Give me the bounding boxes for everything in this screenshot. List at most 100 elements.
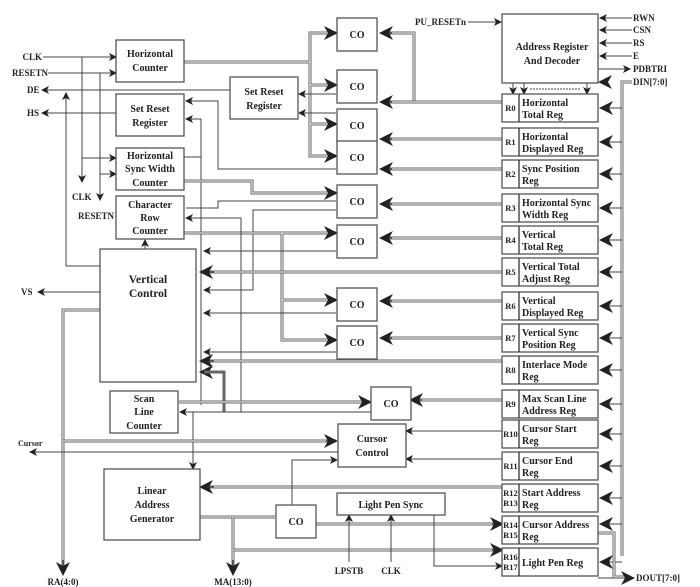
comparator-8: CO [336, 325, 378, 360]
set-reset-register-hs: Set Reset Register [115, 93, 185, 137]
light-pen-sync: Light Pen Sync [336, 492, 446, 516]
srr-hs-label-1: Set Reset [130, 104, 170, 115]
register-name: Vertical Sync [522, 328, 579, 339]
comparator-label: CO [350, 300, 365, 311]
comparator-label: CO [350, 82, 365, 93]
srr-de-label-1: Set Reset [244, 87, 284, 98]
register-r0: R0 HorizontalTotal Reg [501, 93, 599, 123]
signal-ra: RA(4:0) [48, 577, 79, 587]
diagram-canvas: Horizontal Counter Set Reset Register Se… [12, 13, 680, 587]
register-r7: R7 Vertical SyncPosition Reg [501, 323, 599, 353]
register-name: Vertical [522, 230, 556, 241]
register-name: Horizontal [522, 132, 568, 143]
register-name: Reg [522, 372, 539, 383]
lag-label-2: Address [135, 500, 170, 511]
srr-de-label-2: Register [246, 101, 282, 112]
comparator-label: CO [350, 237, 365, 248]
register-name: Total Reg [522, 242, 563, 253]
cursor-control: Cursor Control [337, 423, 407, 468]
register-name: Max Scan Line [522, 394, 587, 405]
cc-label-1: Cursor [357, 434, 388, 445]
crtc-block-diagram: Horizontal Counter Set Reset Register Se… [0, 0, 700, 587]
register-r3: R3 Horizontal SyncWidth Reg [501, 193, 599, 223]
register-r10: R10 Cursor StartReg [501, 419, 599, 449]
register-r1: R1 HorizontalDisplayed Reg [501, 127, 599, 157]
hswc-label-3: Counter [132, 178, 168, 189]
register-id: R8 [505, 365, 515, 375]
register-id: R13 [503, 498, 518, 508]
comparator-9: CO [370, 386, 412, 421]
bus-r0-co1 [383, 31, 502, 104]
comparator-4: CO [336, 140, 378, 175]
register-id: R10 [503, 429, 518, 439]
vertical-control: Vertical Control [99, 248, 197, 383]
vc-label-1: Vertical [129, 274, 168, 286]
lag-label-3: Generator [130, 514, 175, 525]
crc-label-1: Character [128, 200, 172, 211]
register-name: Reg [522, 436, 539, 447]
comparator-label: CO [350, 30, 365, 41]
register-id: R2 [505, 169, 515, 179]
register-name: Reg [522, 176, 539, 187]
register-name: Reg [522, 468, 539, 479]
register-name: Vertical [522, 296, 556, 307]
signal-cursor: Cursor [18, 439, 43, 448]
hswc-label-1: Horizontal [127, 151, 173, 162]
register-id: R0 [505, 103, 515, 113]
comparator-2: CO [336, 69, 378, 104]
comparator-6: CO [336, 224, 378, 259]
signal-resetn-2: RESETN [78, 211, 115, 221]
horizontal-counter-label-1: Horizontal [127, 49, 173, 60]
register-name: Cursor End [522, 456, 573, 467]
comparator-label: CO [384, 399, 399, 410]
slc-label-1: Scan [134, 394, 155, 405]
crc-label-3: Counter [132, 226, 168, 237]
register-name: Start Address [522, 488, 581, 499]
register-name: Horizontal Sync [522, 198, 592, 209]
register-r2: R2 Sync PositionReg [501, 159, 599, 189]
register-id: R12 [503, 488, 518, 498]
signal-lpstb: LPSTB [335, 566, 364, 576]
bus-din [620, 80, 632, 556]
set-reset-register-de: Set Reset Register [229, 76, 299, 120]
register-name: Light Pen Reg [522, 558, 583, 569]
register-r9: R9 Max Scan LineAddress Reg [501, 389, 599, 419]
register-id: R6 [505, 301, 515, 311]
signal-pdbtri: PDBTRI [633, 64, 668, 74]
wire-hsync-srr2 [184, 115, 202, 158]
comparator-7: CO [336, 287, 378, 322]
comparator-label: CO [289, 517, 304, 528]
signal-rs: RS [633, 38, 645, 48]
register-name: Address Reg [522, 406, 576, 417]
wire-lps-r16 [433, 513, 503, 570]
wire-co5-fb [186, 200, 336, 209]
register-name: Reg [522, 532, 539, 543]
register-id: R4 [505, 235, 516, 245]
slc-label-3: Counter [126, 421, 162, 432]
register-r8: R8 Interlace ModeReg [501, 355, 599, 385]
signal-resetn: RESETN [12, 68, 49, 78]
wire-co10-cc [291, 456, 338, 505]
comparator-3: CO [336, 108, 378, 143]
register-name: Width Reg [522, 210, 568, 221]
signal-ma: MA(13:0) [214, 577, 252, 587]
bus-hsync-co5 [184, 179, 336, 195]
lag-label-1: Linear [138, 486, 167, 497]
comparator-5: CO [336, 184, 378, 219]
horizontal-sync-width-counter: Horizontal Sync Width Counter [115, 147, 185, 191]
signal-e: E [633, 51, 639, 61]
comparator-label: CO [350, 338, 365, 349]
horizontal-counter-label-2: Counter [132, 63, 168, 74]
character-row-counter: Character Row Counter [115, 195, 185, 240]
register-r16-r17: R16R17 Light Pen Reg [501, 547, 599, 577]
bus-crc-co [184, 231, 336, 342]
register-id: R1 [505, 137, 515, 147]
register-id: R14 [503, 520, 518, 530]
register-name: Sync Position [522, 164, 580, 175]
signal-clk-2: CLK [72, 192, 92, 202]
register-id: R5 [505, 267, 515, 277]
vc-label-2: Control [129, 288, 167, 300]
comparator-label: CO [350, 153, 365, 164]
comparator-label: CO [350, 197, 365, 208]
register-id: R16 [503, 552, 518, 562]
